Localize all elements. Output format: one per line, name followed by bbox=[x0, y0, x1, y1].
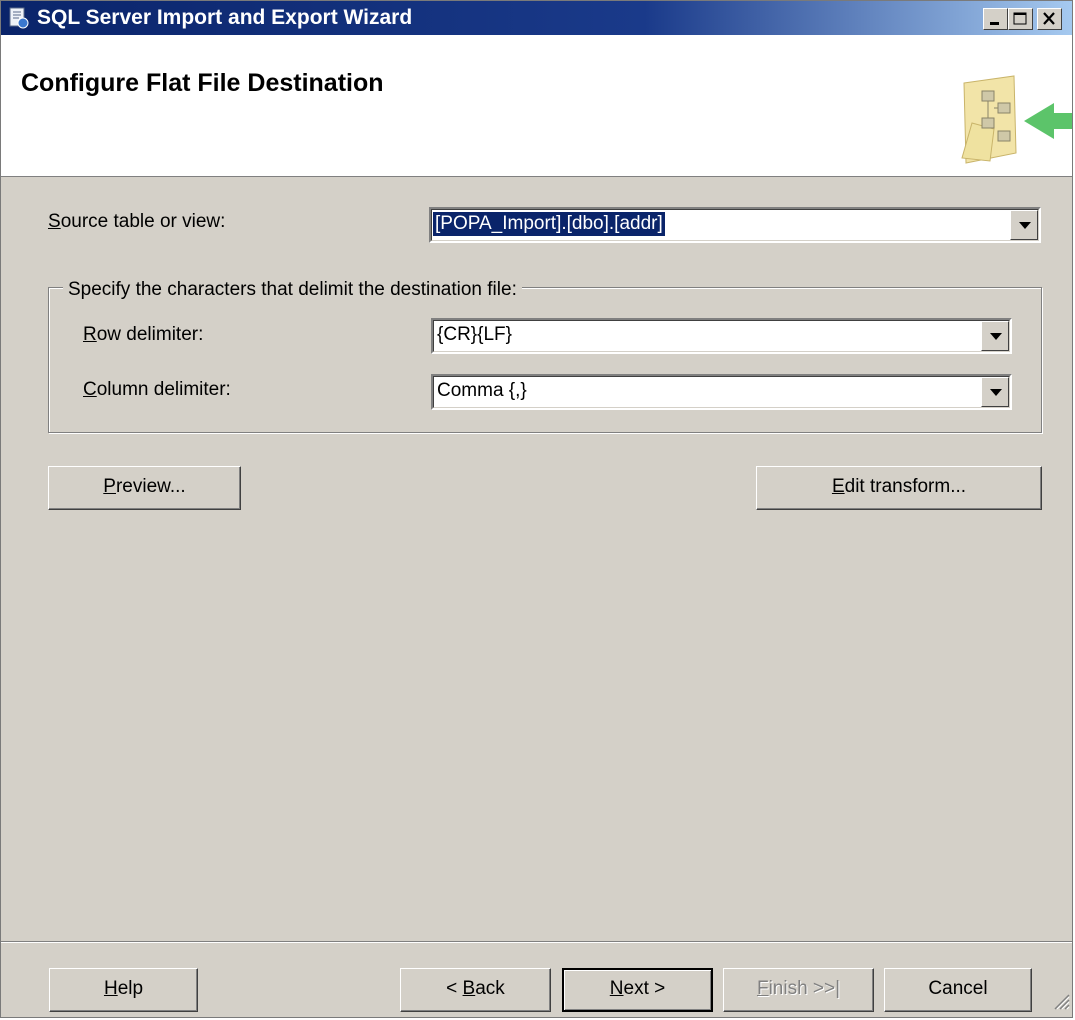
wizard-banner-icon bbox=[954, 73, 1072, 173]
row-delimiter-dropdown-button[interactable] bbox=[981, 321, 1009, 351]
column-delimiter-value: Comma {,} bbox=[437, 380, 527, 401]
edit-transform-button[interactable]: Edit transform... bbox=[756, 466, 1042, 510]
wizard-app-icon bbox=[7, 7, 29, 29]
column-delimiter-label: Column delimiter: bbox=[83, 379, 231, 400]
delimiter-group-label: Specify the characters that delimit the … bbox=[63, 279, 522, 301]
source-table-dropdown-button[interactable] bbox=[1010, 210, 1038, 240]
source-table-dropdown[interactable]: [POPA_Import].[dbo].[addr] bbox=[429, 207, 1041, 243]
page-title: Configure Flat File Destination bbox=[21, 69, 384, 97]
row-delimiter-dropdown[interactable]: {CR}{LF} bbox=[431, 318, 1012, 354]
title-bar[interactable]: SQL Server Import and Export Wizard bbox=[1, 1, 1072, 35]
maximize-button[interactable] bbox=[1008, 8, 1033, 30]
finish-button[interactable]: Finish >>| bbox=[723, 968, 874, 1012]
column-delimiter-dropdown-button[interactable] bbox=[981, 377, 1009, 407]
delimiter-groupbox bbox=[48, 287, 1042, 433]
chevron-down-icon bbox=[990, 333, 1002, 340]
close-icon bbox=[1043, 12, 1055, 25]
back-button[interactable]: < Back bbox=[400, 968, 551, 1012]
source-table-label: Source table or view: bbox=[48, 211, 226, 232]
cancel-button[interactable]: Cancel bbox=[884, 968, 1032, 1012]
preview-button[interactable]: Preview... bbox=[48, 466, 241, 510]
close-button[interactable] bbox=[1037, 8, 1062, 30]
column-delimiter-dropdown[interactable]: Comma {,} bbox=[431, 374, 1012, 410]
wizard-header: Configure Flat File Destination bbox=[1, 35, 1072, 177]
source-table-value: [POPA_Import].[dbo].[addr] bbox=[432, 211, 666, 237]
resize-grip-icon[interactable] bbox=[1050, 990, 1070, 1015]
help-button[interactable]: Help bbox=[49, 968, 198, 1012]
footer-separator bbox=[1, 941, 1072, 943]
chevron-down-icon bbox=[1019, 222, 1031, 229]
wizard-window: SQL Server Import and Export Wizard Conf… bbox=[0, 0, 1073, 1018]
maximize-icon bbox=[1013, 12, 1027, 25]
row-delimiter-value: {CR}{LF} bbox=[437, 324, 512, 345]
next-button[interactable]: Next > bbox=[562, 968, 713, 1012]
minimize-button[interactable] bbox=[983, 8, 1008, 30]
chevron-down-icon bbox=[990, 389, 1002, 396]
minimize-icon bbox=[990, 22, 999, 25]
row-delimiter-label: Row delimiter: bbox=[83, 324, 204, 345]
window-title: SQL Server Import and Export Wizard bbox=[37, 6, 413, 29]
